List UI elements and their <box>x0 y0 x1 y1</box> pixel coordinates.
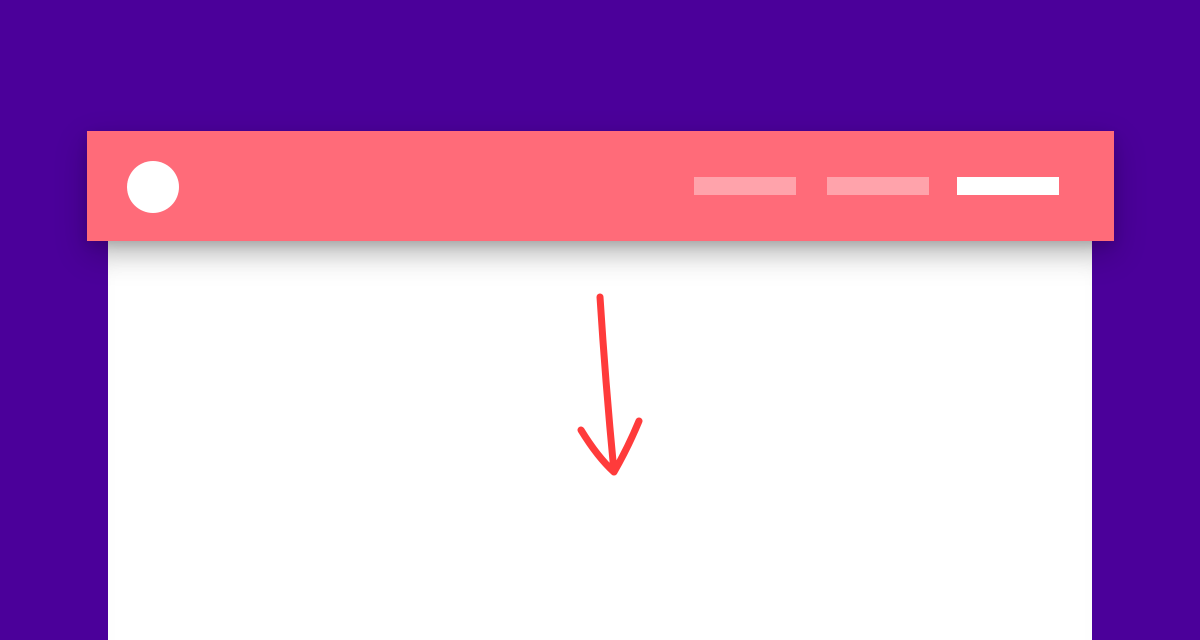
logo-circle[interactable] <box>127 161 179 213</box>
nav-link-2[interactable] <box>827 177 929 195</box>
page-content-area <box>108 241 1092 640</box>
nav-link-1[interactable] <box>694 177 796 195</box>
nav-link-3-active[interactable] <box>957 177 1059 195</box>
app-canvas <box>0 0 1200 640</box>
top-navbar <box>87 131 1114 241</box>
